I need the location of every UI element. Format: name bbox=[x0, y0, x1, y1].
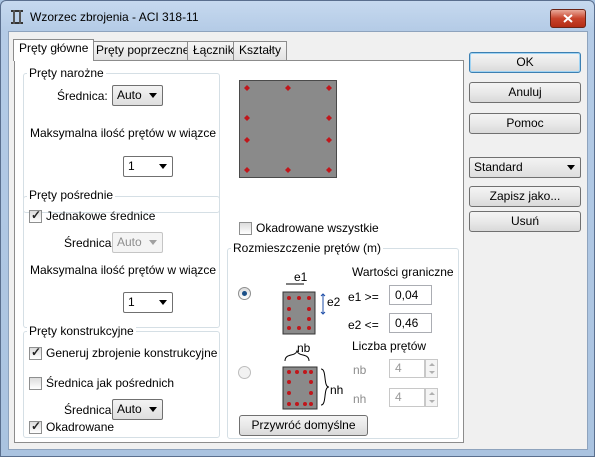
spin-up-icon bbox=[429, 392, 435, 395]
nh-input[interactable]: 4 bbox=[389, 388, 425, 407]
corner-max-bars-dropdown[interactable]: 1 bbox=[123, 156, 173, 177]
nb-label: nb bbox=[353, 363, 367, 377]
corner-max-bars-label: Maksymalna ilość prętów w wiązce bbox=[30, 126, 217, 140]
dialog-window: Wzorzec zbrojenia - ACI 318-11 Pręty głó… bbox=[0, 0, 595, 457]
close-button[interactable] bbox=[550, 9, 586, 28]
e2-label: e2 <= bbox=[348, 318, 379, 332]
equal-diameters-label: Jednakowe średnice bbox=[46, 209, 156, 223]
e1-label: e1 >= bbox=[348, 290, 379, 304]
spin-down-icon bbox=[429, 371, 435, 374]
diagram-e2-label: e2 bbox=[327, 295, 341, 309]
preset-value: Standard bbox=[474, 160, 523, 174]
corner-diameter-label: Średnica: bbox=[57, 89, 108, 103]
equal-diameters-checkbox[interactable]: ✓ bbox=[29, 208, 42, 223]
diagram-nb-label: nb bbox=[297, 341, 311, 355]
tied-label: Okadrowane bbox=[46, 420, 115, 434]
spin-up-icon bbox=[429, 363, 435, 366]
section-preview bbox=[239, 80, 337, 178]
dialog-client-area: Pręty główne Pręty poprzeczne Łączniki K… bbox=[8, 31, 588, 450]
spin-down-icon bbox=[429, 400, 435, 403]
same-as-intermediate-checkbox[interactable] bbox=[29, 377, 42, 390]
distribution-group-label: Rozmieszczenie prętów (m) bbox=[231, 241, 384, 255]
diagram-nh-label: nh bbox=[330, 383, 344, 397]
all-tied-checkbox[interactable] bbox=[239, 222, 252, 235]
tab-panel-main-bars: Pręty narożne Średnica: Auto Maksymalna … bbox=[14, 60, 464, 443]
rebar-app-icon bbox=[11, 10, 23, 24]
generate-construction-label: Generuj zbrojenie konstrukcyjne bbox=[46, 346, 218, 360]
same-as-intermediate-label: Średnica jak pośrednich bbox=[46, 376, 175, 390]
corner-max-bars-value: 1 bbox=[128, 159, 135, 173]
checkmark-icon: ✓ bbox=[31, 419, 42, 433]
close-icon bbox=[563, 14, 573, 23]
ok-button[interactable]: OK bbox=[469, 52, 581, 73]
help-button[interactable]: Pomoc bbox=[469, 113, 581, 134]
all-tied-label: Okadrowane wszystkie bbox=[256, 221, 379, 235]
intermediate-diameter-label: Średnica: bbox=[64, 236, 115, 250]
bar-count-label: Liczba prętów bbox=[352, 339, 427, 353]
tab-transverse-bars[interactable]: Pręty poprzeczne bbox=[90, 41, 196, 60]
intermediate-bars-group-label: Pręty pośrednie bbox=[27, 188, 116, 202]
nb-input[interactable]: 4 bbox=[389, 359, 425, 378]
corner-diameter-dropdown[interactable]: Auto bbox=[112, 85, 163, 106]
nh-spinner[interactable] bbox=[425, 388, 438, 407]
radio-selected-dot bbox=[242, 291, 247, 296]
intermediate-max-bars-label: Maksymalna ilość prętów w wiązce bbox=[30, 263, 217, 277]
bar-count-diagram bbox=[282, 349, 330, 410]
restore-defaults-button[interactable]: Przywróć domyślne bbox=[239, 415, 368, 436]
title-bar[interactable]: Wzorzec zbrojenia - ACI 318-11 bbox=[1, 1, 594, 31]
tab-main-bars[interactable]: Pręty główne bbox=[13, 39, 95, 61]
intermediate-diameter-dropdown[interactable]: Auto bbox=[112, 232, 163, 253]
intermediate-max-bars-value: 1 bbox=[128, 295, 135, 309]
intermediate-max-bars-dropdown[interactable]: 1 bbox=[123, 292, 173, 313]
checkmark-icon: ✓ bbox=[31, 345, 42, 359]
diagram-e1-label: e1 bbox=[294, 270, 308, 284]
window-title: Wzorzec zbrojenia - ACI 318-11 bbox=[30, 10, 199, 24]
section-outline bbox=[239, 80, 337, 178]
save-as-button[interactable]: Zapisz jako... bbox=[469, 186, 581, 207]
delete-button[interactable]: Usuń bbox=[469, 211, 581, 232]
limit-values-label: Wartości graniczne bbox=[352, 265, 454, 279]
construction-diameter-value: Auto bbox=[117, 402, 142, 416]
nb-spinner[interactable] bbox=[425, 359, 438, 378]
chevron-down-icon bbox=[159, 300, 167, 305]
intermediate-diameter-value: Auto bbox=[117, 235, 142, 249]
cancel-button[interactable]: Anuluj bbox=[469, 82, 581, 103]
construction-diameter-label: Średnica: bbox=[64, 403, 115, 417]
e2-input[interactable]: 0,46 bbox=[389, 313, 432, 333]
construction-bars-group-label: Pręty konstrukcyjne bbox=[27, 324, 136, 338]
chevron-down-icon bbox=[149, 93, 157, 98]
tied-checkbox[interactable]: ✓ bbox=[29, 419, 42, 434]
generate-construction-checkbox[interactable]: ✓ bbox=[29, 345, 42, 360]
nh-bracket bbox=[320, 368, 330, 406]
tab-shapes[interactable]: Kształty bbox=[233, 41, 288, 60]
preset-dropdown[interactable]: Standard bbox=[469, 157, 581, 178]
bar-count-radio[interactable] bbox=[238, 366, 251, 379]
checkmark-icon: ✓ bbox=[31, 208, 42, 222]
corner-diameter-value: Auto bbox=[117, 88, 142, 102]
limit-values-radio[interactable] bbox=[238, 287, 251, 300]
e1-input[interactable]: 0,04 bbox=[389, 285, 432, 305]
chevron-down-icon bbox=[567, 165, 575, 170]
chevron-down-icon bbox=[159, 164, 167, 169]
corner-bars-group-label: Pręty narożne bbox=[27, 66, 106, 80]
construction-diameter-dropdown[interactable]: Auto bbox=[112, 399, 163, 420]
nh-label: nh bbox=[353, 392, 367, 406]
chevron-down-icon bbox=[149, 240, 157, 245]
chevron-down-icon bbox=[149, 407, 157, 412]
